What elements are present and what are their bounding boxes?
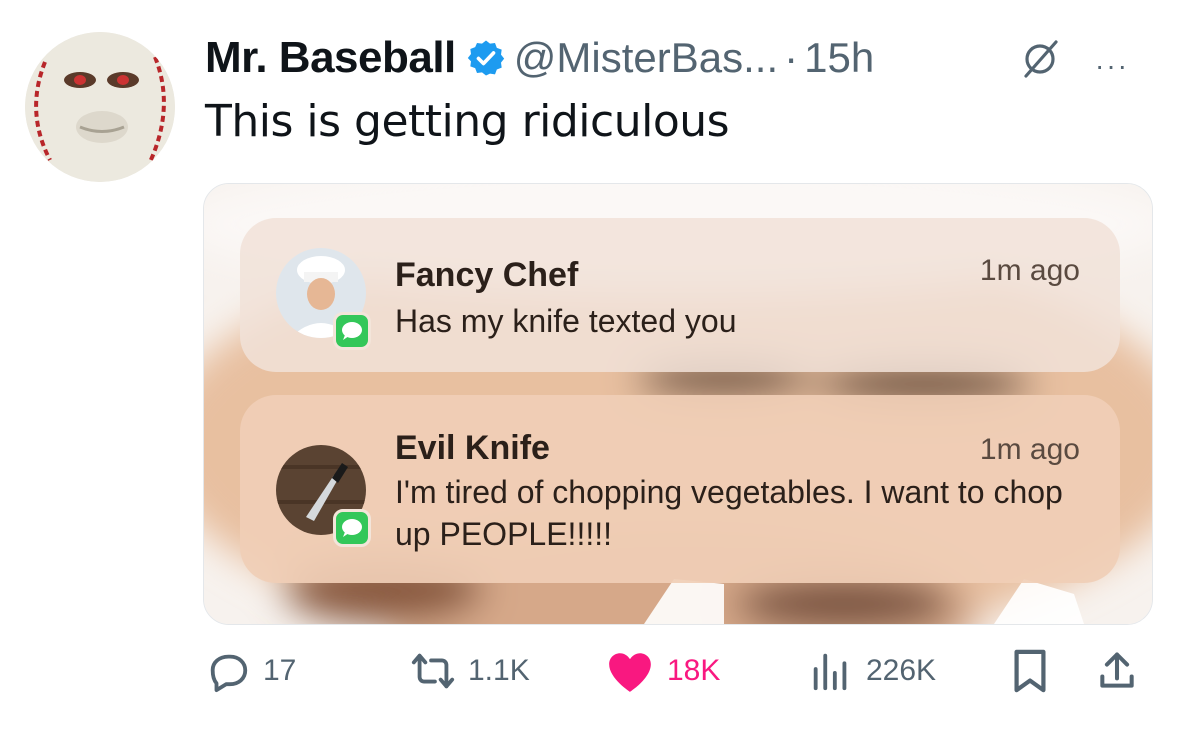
action-bar: 17 1.1K 18K 226K xyxy=(0,648,1179,708)
messages-app-icon xyxy=(333,509,371,547)
post-time[interactable]: 15h xyxy=(804,34,874,82)
views-icon xyxy=(813,653,847,691)
bookmark-button[interactable] xyxy=(1010,648,1062,694)
notification-message: Has my knife texted you xyxy=(395,303,737,339)
like-icon xyxy=(609,653,651,692)
bookmark-icon xyxy=(1014,649,1046,693)
grok-icon[interactable] xyxy=(1020,36,1060,80)
more-icon[interactable]: ··· xyxy=(1095,50,1129,82)
tweet-media[interactable]: Fancy Chef Has my knife texted you 1m ag… xyxy=(203,183,1153,625)
author-name[interactable]: Mr. Baseball xyxy=(205,33,456,83)
reply-button[interactable]: 17 xyxy=(205,648,296,694)
author-avatar[interactable] xyxy=(25,32,175,182)
verified-badge-icon xyxy=(466,38,506,78)
share-button[interactable] xyxy=(1095,648,1151,694)
like-button[interactable]: 18K xyxy=(605,648,720,694)
share-icon xyxy=(1100,652,1134,688)
repost-icon xyxy=(411,653,455,689)
tweet-text: This is getting ridiculous xyxy=(205,96,730,147)
repost-button[interactable]: 1.1K xyxy=(410,648,530,694)
notification-sender: Evil Knife xyxy=(395,429,550,467)
views-button[interactable]: 226K xyxy=(808,648,936,694)
author-handle[interactable]: @MisterBas... xyxy=(514,34,778,82)
reply-count: 17 xyxy=(263,654,297,687)
notification-message: I'm tired of chopping vegetables. I want… xyxy=(395,474,1063,552)
like-count: 18K xyxy=(667,654,721,687)
messages-app-icon xyxy=(333,312,371,350)
tweet-header: Mr. Baseball @MisterBas... · 15h xyxy=(205,30,874,86)
notification-sender: Fancy Chef xyxy=(395,256,579,294)
notification-time: 1m ago xyxy=(979,254,1080,287)
repost-count: 1.1K xyxy=(468,654,530,687)
baseball-face-avatar xyxy=(25,32,175,182)
notification-card[interactable]: Fancy Chef Has my knife texted you 1m ag… xyxy=(240,218,1120,372)
separator-dot: · xyxy=(784,34,799,81)
view-count: 226K xyxy=(866,654,937,687)
notification-card[interactable]: Evil Knife I'm tired of chopping vegetab… xyxy=(240,395,1120,583)
notification-time: 1m ago xyxy=(979,433,1080,466)
reply-icon xyxy=(210,654,248,693)
